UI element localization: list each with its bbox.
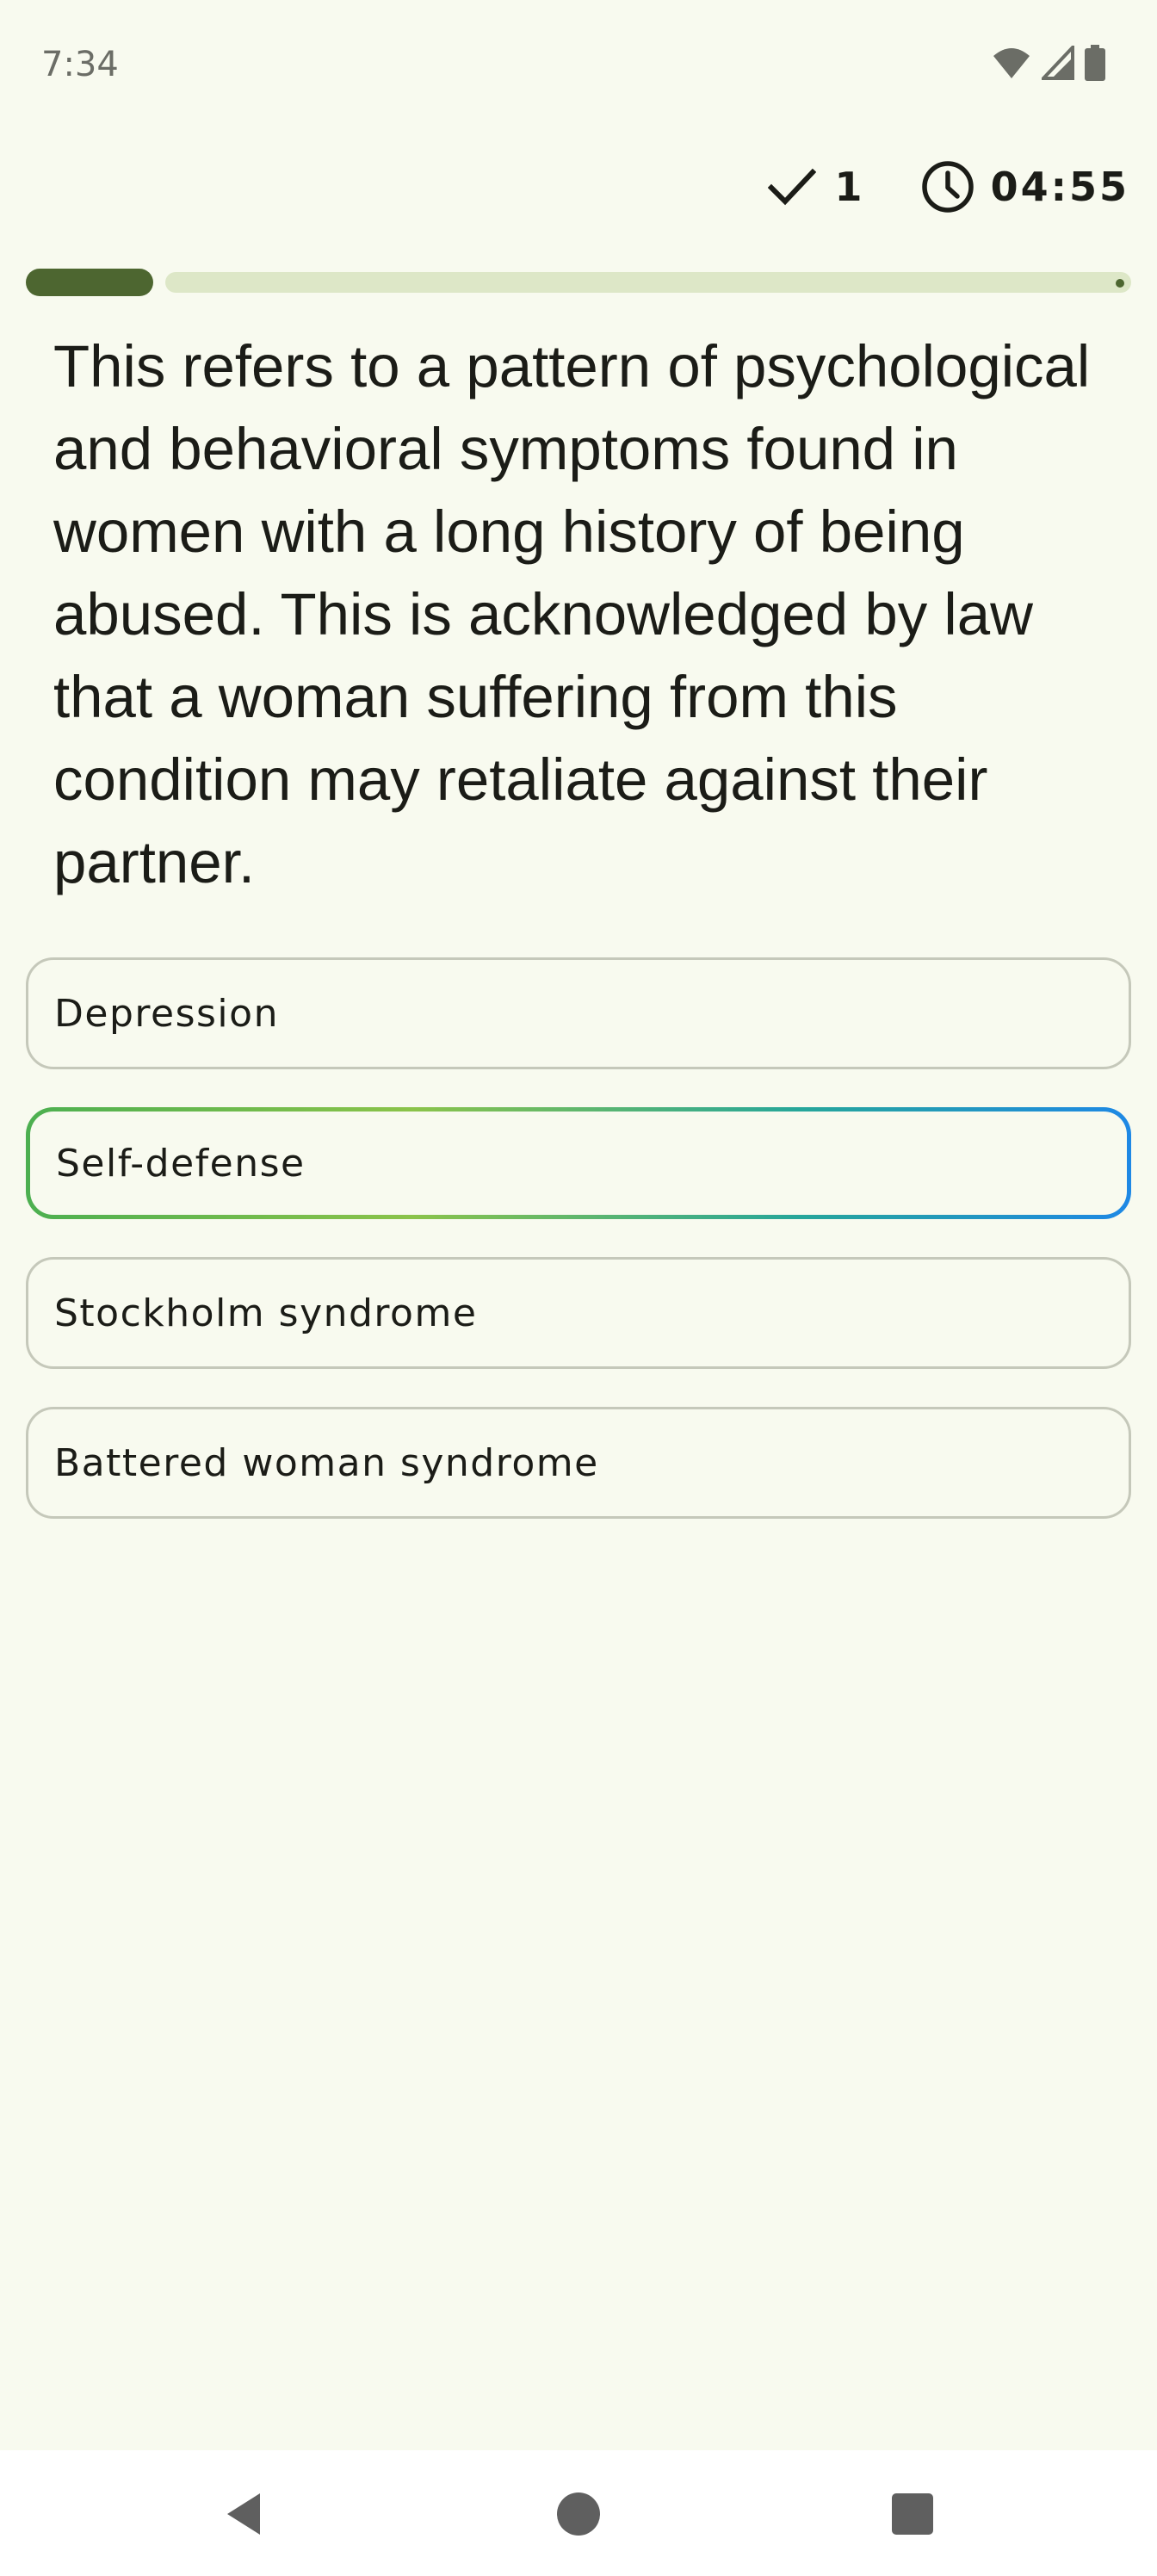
question-text: This refers to a pattern of psychologica… xyxy=(53,333,1091,895)
answer-option-label: Battered woman syndrome xyxy=(54,1440,599,1485)
wifi-icon xyxy=(993,48,1030,78)
answer-options: Depression Self-defense Stockholm syndrome… xyxy=(26,957,1131,1557)
clock-icon xyxy=(921,161,974,213)
answer-option-label: Self-defense xyxy=(56,1141,306,1186)
progress-fill xyxy=(26,269,153,296)
recents-icon[interactable] xyxy=(887,2488,938,2540)
answer-option[interactable]: Battered woman syndrome xyxy=(26,1407,1131,1519)
score-value: 1 xyxy=(834,164,865,210)
battery-icon xyxy=(1085,45,1105,81)
answer-option[interactable]: Self-defense xyxy=(26,1107,1131,1219)
answer-option-label: Stockholm syndrome xyxy=(54,1291,478,1335)
signal-icon xyxy=(1042,46,1074,80)
quiz-header: 1 04:55 xyxy=(767,157,1129,217)
check-icon xyxy=(767,168,816,206)
timer-value: 04:55 xyxy=(990,164,1129,210)
status-icons xyxy=(992,45,1105,81)
answer-option-label: Depression xyxy=(54,991,279,1036)
status-bar: 7:34 xyxy=(0,0,1157,129)
home-icon[interactable] xyxy=(553,2488,604,2540)
quiz-progress-bar xyxy=(26,269,1131,296)
score-counter: 1 xyxy=(767,164,865,210)
timer: 04:55 xyxy=(920,159,1129,214)
status-time: 7:34 xyxy=(41,45,119,84)
answer-option[interactable]: Stockholm syndrome xyxy=(26,1257,1131,1369)
progress-end-dot xyxy=(1116,279,1124,288)
progress-track xyxy=(165,272,1131,293)
answer-option[interactable]: Depression xyxy=(26,957,1131,1069)
system-navigation-bar xyxy=(0,2450,1157,2576)
back-icon[interactable] xyxy=(219,2488,270,2540)
